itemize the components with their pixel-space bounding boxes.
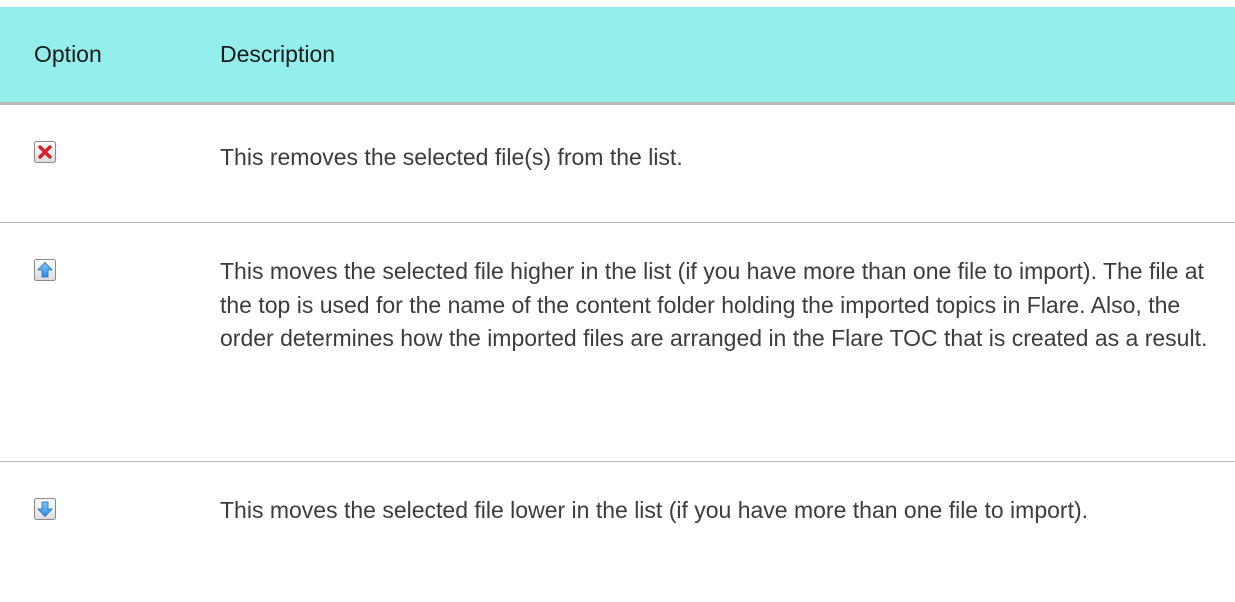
option-cell	[0, 462, 220, 525]
table-row: This moves the selected file higher in t…	[0, 223, 1235, 462]
description-cell: This moves the selected file higher in t…	[220, 258, 1208, 351]
move-up-icon	[34, 259, 56, 281]
description-cell: This moves the selected file lower in th…	[220, 497, 1089, 523]
move-down-icon	[34, 498, 56, 520]
header-description: Description	[220, 41, 336, 67]
option-cell	[0, 105, 220, 168]
options-table: Option Description This removes the sele	[0, 7, 1235, 602]
header-option: Option	[34, 41, 102, 67]
table-header: Option Description	[0, 7, 1235, 105]
description-cell: This removes the selected file(s) from t…	[220, 144, 683, 170]
remove-icon	[34, 141, 56, 163]
table-row: This removes the selected file(s) from t…	[0, 105, 1235, 223]
table-row: This moves the selected file lower in th…	[0, 462, 1235, 602]
option-cell	[0, 223, 220, 286]
